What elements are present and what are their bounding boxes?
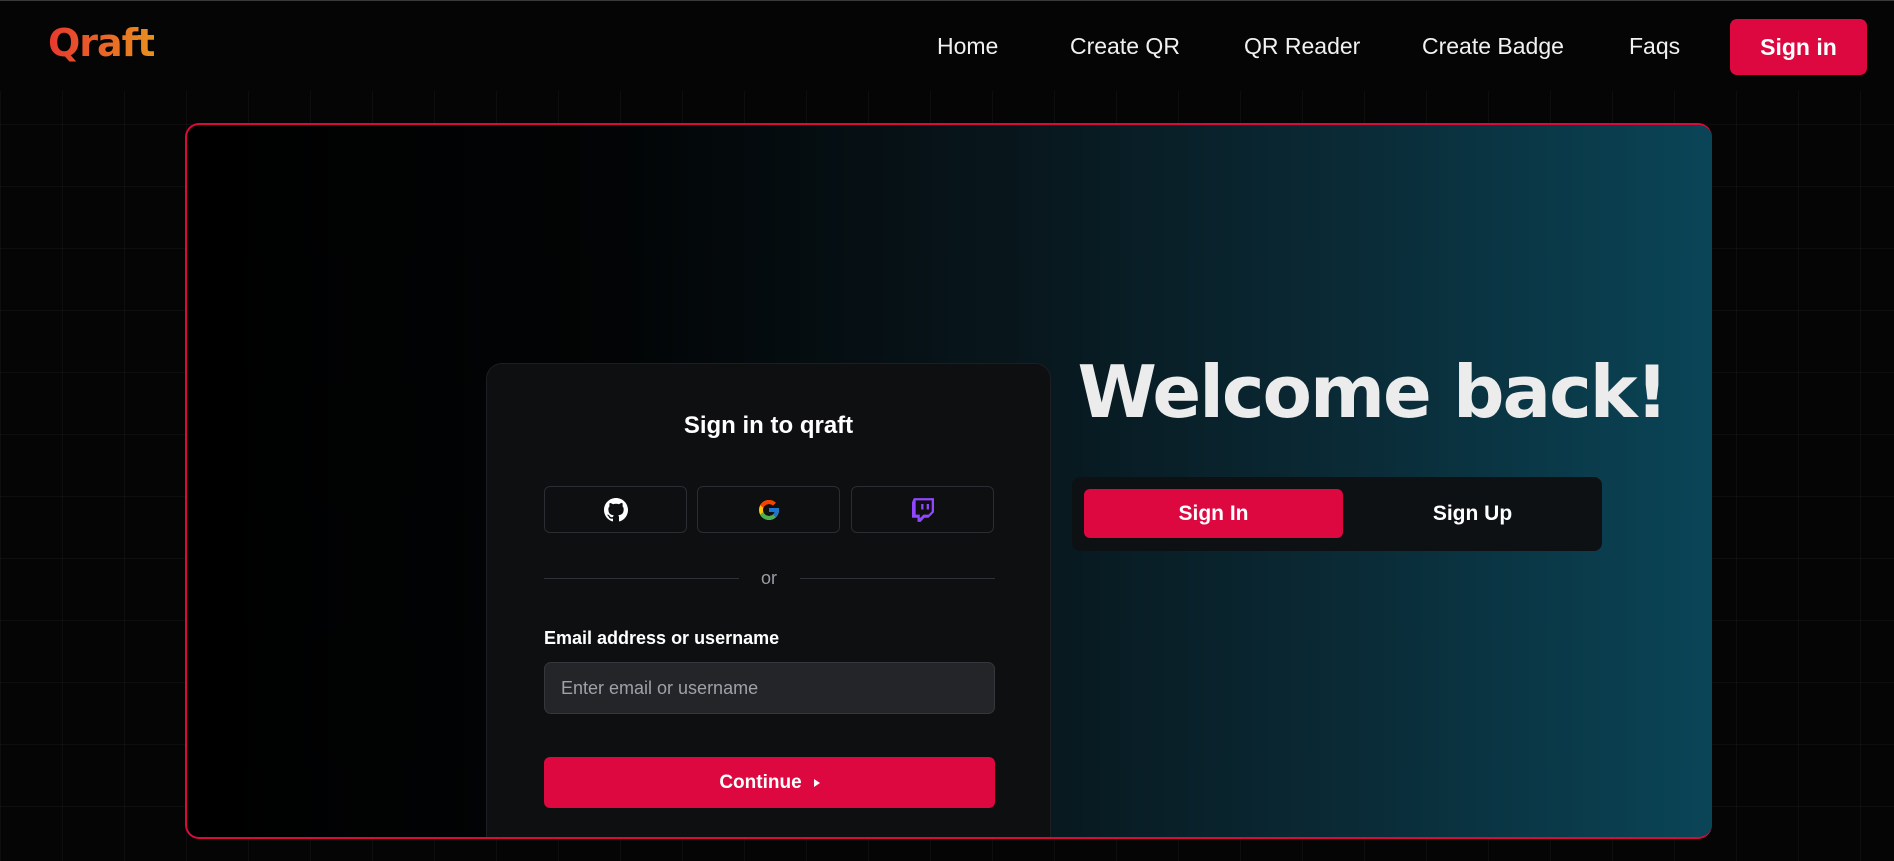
sign-in-card: Sign in to qraft or Email address or use… (486, 363, 1051, 837)
logo[interactable]: Qraft (48, 21, 155, 65)
twitch-icon (911, 497, 934, 522)
caret-right-icon (813, 778, 820, 787)
continue-label: Continue (719, 771, 802, 793)
nav-create-badge[interactable]: Create Badge (1422, 33, 1564, 60)
divider-or: or (760, 568, 777, 588)
card-title: Sign in to qraft (683, 412, 854, 439)
nav-home[interactable]: Home (937, 33, 998, 60)
nav-qr-reader[interactable]: QR Reader (1244, 33, 1360, 60)
continue-button[interactable]: Continue (544, 757, 995, 808)
github-login-button[interactable] (544, 486, 687, 533)
nav-create-qr[interactable]: Create QR (1070, 33, 1180, 60)
email-label: Email address or username (544, 628, 780, 648)
welcome-heading: Welcome back! (1077, 350, 1669, 434)
divider-right (800, 578, 995, 579)
header-sign-in-button[interactable]: Sign in (1730, 19, 1867, 75)
email-input[interactable] (544, 662, 995, 714)
sign-up-tab[interactable]: Sign Up (1343, 489, 1602, 538)
github-icon (603, 497, 628, 521)
google-icon (758, 499, 779, 520)
nav-faqs[interactable]: Faqs (1629, 33, 1680, 60)
twitch-login-button[interactable] (851, 486, 994, 533)
auth-panel: Sign in to qraft or Email address or use… (185, 123, 1712, 839)
sign-in-tab[interactable]: Sign In (1084, 489, 1343, 538)
auth-mode-toggle: Sign In Sign Up (1072, 477, 1602, 551)
navbar: Qraft Home Create QR QR Reader Create Ba… (0, 1, 1894, 91)
divider-left (544, 578, 739, 579)
google-login-button[interactable] (697, 486, 840, 533)
